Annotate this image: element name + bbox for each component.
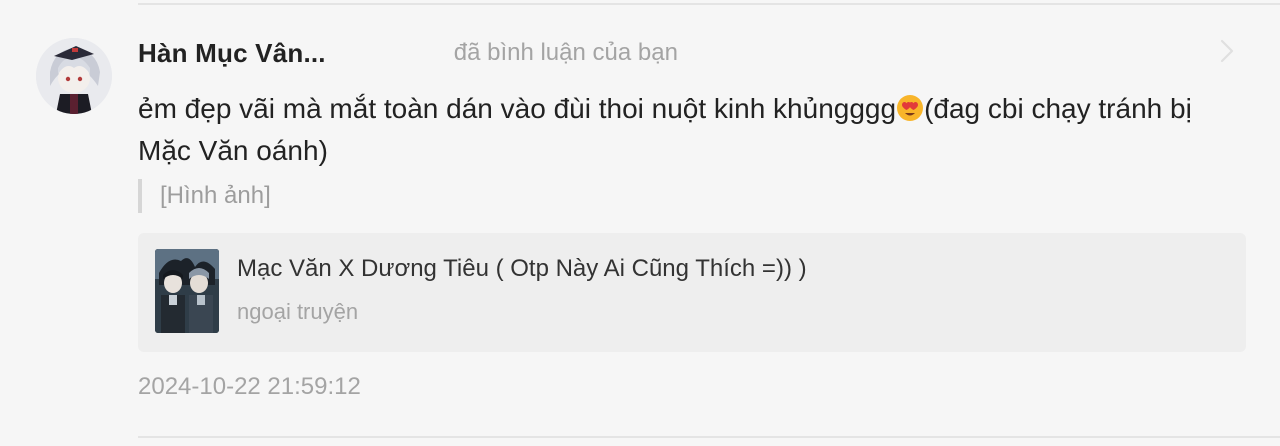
username[interactable]: Hàn Mục Vân... <box>138 38 326 69</box>
quote-bar <box>138 179 142 213</box>
top-divider <box>138 3 1280 5</box>
comment-text-part1: ẻm đẹp vãi mà mắt toàn dán vào đùi thoi … <box>138 93 897 124</box>
timestamp: 2024-10-22 21:59:12 <box>138 373 361 400</box>
notification-header: Hàn Mục Vân... đã bình luận của bạn <box>138 36 1240 70</box>
story-card[interactable]: Mạc Văn X Dương Tiêu ( Otp Này Ai Cũng T… <box>138 233 1246 352</box>
quoted-text: [Hình ảnh] <box>160 182 271 209</box>
bottom-divider <box>138 436 1280 438</box>
comment-text: ẻm đẹp vãi mà mắt toàn dán vào đùi thoi … <box>138 88 1218 172</box>
avatar[interactable] <box>36 38 112 114</box>
action-text: đã bình luận của bạn <box>453 39 678 66</box>
heart-eyes-emoji-icon <box>897 95 924 121</box>
avatar-image <box>36 38 112 114</box>
chevron-right-icon[interactable] <box>1216 38 1238 64</box>
story-title: Mạc Văn X Dương Tiêu ( Otp Này Ai Cũng T… <box>237 255 807 282</box>
story-cover-image <box>155 249 219 333</box>
story-subtitle: ngoại truyện <box>237 299 359 324</box>
quoted-content: [Hình ảnh] <box>138 179 271 213</box>
